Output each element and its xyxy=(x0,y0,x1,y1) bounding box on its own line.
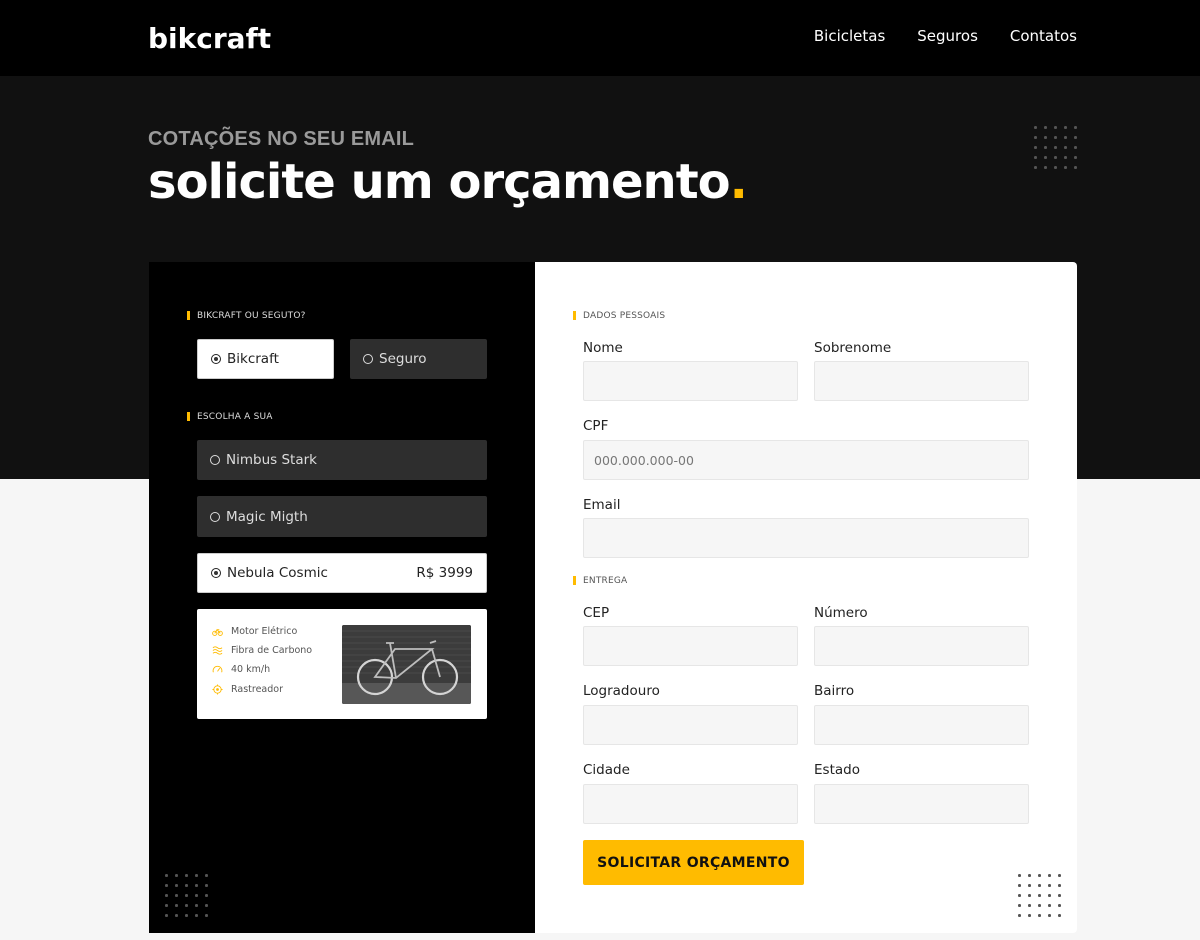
section-label-bike: ESCOLHA A SUA xyxy=(187,412,273,422)
decorative-dots xyxy=(1034,126,1080,172)
spec-label: Motor Elétrico xyxy=(231,626,298,637)
radio-unchecked-icon xyxy=(363,354,373,364)
product-selection-panel: BIKCRAFT OU SEGUTO? Bikcraft Seguro ESCO… xyxy=(149,262,535,933)
option-label: Magic Migth xyxy=(226,508,308,525)
logradouro-label: Logradouro xyxy=(583,683,660,699)
decorative-dots xyxy=(165,874,211,920)
cidade-label: Cidade xyxy=(583,762,630,778)
numero-label: Número xyxy=(814,605,868,621)
radio-unchecked-icon xyxy=(210,455,220,465)
title-accent-dot: . xyxy=(729,154,748,210)
page-title: solicite um orçamento. xyxy=(148,154,748,210)
nav-link-seguros[interactable]: Seguros xyxy=(917,27,978,45)
cep-input[interactable] xyxy=(583,626,798,666)
radio-checked-icon xyxy=(211,354,221,364)
spec-item: Motor Elétrico xyxy=(212,626,297,637)
numero-input[interactable] xyxy=(814,626,1029,666)
sobrenome-label: Sobrenome xyxy=(814,340,892,356)
option-bikcraft[interactable]: Bikcraft xyxy=(197,339,334,379)
main-nav: Bicicletas Seguros Contatos xyxy=(814,27,1077,45)
section-label-delivery: ENTREGA xyxy=(573,576,627,586)
nav-link-bicicletas[interactable]: Bicicletas xyxy=(814,27,885,45)
section-label-personal: DADOS PESSOAIS xyxy=(573,311,665,321)
bike-photo xyxy=(342,625,471,704)
bike-spec-card: Motor Elétrico Fibra de Carbono 40 km/h … xyxy=(197,609,487,719)
cpf-label: CPF xyxy=(583,418,609,434)
cpf-input[interactable] xyxy=(583,440,1029,480)
quote-form-panel: DADOS PESSOAIS Nome Sobrenome CPF Email … xyxy=(535,262,1077,933)
spec-label: 40 km/h xyxy=(231,664,271,675)
logradouro-input[interactable] xyxy=(583,705,798,745)
nome-input[interactable] xyxy=(583,361,798,401)
email-label: Email xyxy=(583,497,621,513)
bike-option-nebula-cosmic[interactable]: Nebula Cosmic R$ 3999 xyxy=(197,553,487,593)
nav-link-contatos[interactable]: Contatos xyxy=(1010,27,1077,45)
bairro-input[interactable] xyxy=(814,705,1029,745)
option-label: Seguro xyxy=(379,351,427,367)
estado-label: Estado xyxy=(814,762,860,778)
radio-checked-icon xyxy=(211,568,221,578)
submit-quote-button[interactable]: SOLICITAR ORÇAMENTO xyxy=(583,840,804,885)
option-label: Nimbus Stark xyxy=(226,452,317,468)
spec-item: Rastreador xyxy=(212,684,283,695)
bike-option-nimbus-stark[interactable]: Nimbus Stark xyxy=(197,440,487,480)
section-label-type: BIKCRAFT OU SEGUTO? xyxy=(187,311,306,321)
radio-unchecked-icon xyxy=(210,511,220,522)
spec-item: 40 km/h xyxy=(212,664,270,675)
bairro-label: Bairro xyxy=(814,683,855,699)
nome-label: Nome xyxy=(583,340,623,356)
option-seguro[interactable]: Seguro xyxy=(350,339,487,379)
bike-price: R$ 3999 xyxy=(416,565,473,581)
cidade-input[interactable] xyxy=(583,784,798,824)
site-logo[interactable]: bikcraft xyxy=(148,22,271,55)
hero-subtitle: COTAÇÕES NO SEU EMAIL xyxy=(148,128,415,150)
page-title-text: solicite um orçamento xyxy=(148,154,731,210)
sobrenome-input[interactable] xyxy=(814,361,1029,401)
cep-label: CEP xyxy=(583,605,610,621)
spec-item: Fibra de Carbono xyxy=(212,645,312,656)
bike-option-magic-migth[interactable]: Magic Migth xyxy=(197,496,487,537)
spec-label: Rastreador xyxy=(231,684,283,695)
motor-icon xyxy=(212,628,223,636)
site-header: bikcraft Bicicletas Seguros Contatos xyxy=(0,0,1200,76)
option-label: Nebula Cosmic xyxy=(227,565,328,581)
tracker-icon xyxy=(212,684,223,695)
speed-icon xyxy=(212,665,223,673)
spec-label: Fibra de Carbono xyxy=(231,645,313,656)
decorative-dots xyxy=(1018,874,1064,920)
carbon-icon xyxy=(212,646,223,655)
email-input[interactable] xyxy=(583,518,1029,558)
option-label: Bikcraft xyxy=(227,351,279,367)
estado-input[interactable] xyxy=(814,784,1029,824)
